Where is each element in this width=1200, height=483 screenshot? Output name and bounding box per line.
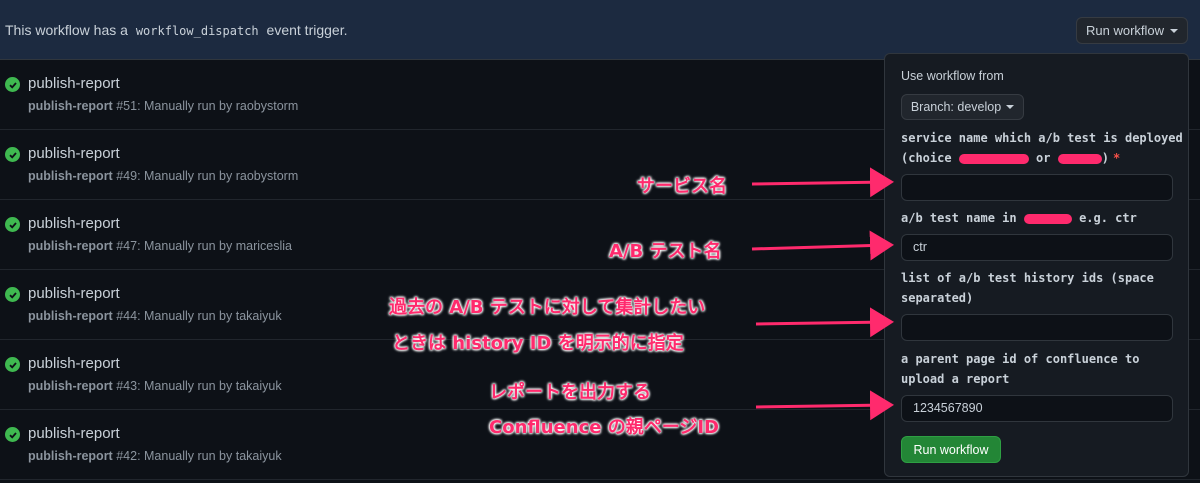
- check-circle-icon: [5, 427, 20, 442]
- run-subtitle: publish-report #47: Manually run by mari…: [28, 239, 292, 253]
- service-name-input[interactable]: [901, 174, 1173, 201]
- annotation-confluence-line1: レポートを出力する: [489, 382, 651, 403]
- redacted-mark: [958, 153, 1029, 164]
- run-workflow-submit-button[interactable]: Run workflow: [901, 436, 1001, 463]
- redacted-mark: [1023, 213, 1072, 224]
- run-workflow-panel: Use workflow from Branch: develop servic…: [884, 53, 1189, 477]
- run-title[interactable]: publish-report: [28, 285, 120, 302]
- check-circle-icon: [5, 357, 20, 372]
- chevron-down-icon: [1006, 105, 1015, 109]
- required-indicator: *: [1112, 151, 1121, 165]
- annotation-ab-test-name: A/B テスト名: [609, 241, 722, 262]
- branch-select-button[interactable]: Branch: develop: [901, 94, 1024, 120]
- confluence-page-id-label: a parent page id of confluence to upload…: [901, 352, 1140, 386]
- confluence-page-id-input[interactable]: 1234567890: [901, 395, 1173, 422]
- banner-text: This workflow has a workflow_dispatch ev…: [5, 22, 348, 38]
- run-title[interactable]: publish-report: [28, 75, 120, 92]
- annotation-history-ids-line1: 過去の A/B テストに対して集計したい: [389, 297, 706, 318]
- ab-test-name-input[interactable]: ctr: [901, 234, 1173, 261]
- run-workflow-dropdown-button[interactable]: Run workflow: [1076, 17, 1188, 44]
- annotation-history-ids-line2: ときは history ID を明示的に指定: [392, 333, 684, 354]
- redacted-mark: [1057, 153, 1102, 164]
- service-name-label: service name which a/b test is deployed …: [901, 131, 1183, 165]
- check-circle-icon: [5, 217, 20, 232]
- run-subtitle: publish-report #42: Manually run by taka…: [28, 449, 282, 463]
- check-circle-icon: [5, 77, 20, 92]
- run-subtitle: publish-report #43: Manually run by taka…: [28, 379, 282, 393]
- run-subtitle: publish-report #51: Manually run by raob…: [28, 99, 299, 113]
- use-workflow-from-label: Use workflow from: [901, 69, 1004, 83]
- run-subtitle: publish-report #44: Manually run by taka…: [28, 309, 282, 323]
- annotation-service-name: サービス名: [637, 176, 727, 197]
- chevron-down-icon: [1170, 28, 1179, 33]
- history-ids-input[interactable]: [901, 314, 1173, 341]
- run-title[interactable]: publish-report: [28, 215, 120, 232]
- ab-test-name-label: a/b test name in e.g. ctr: [901, 211, 1137, 225]
- event-code: workflow_dispatch: [135, 24, 259, 38]
- run-title[interactable]: publish-report: [28, 355, 120, 372]
- history-ids-label: list of a/b test history ids (space sepa…: [901, 271, 1154, 305]
- annotation-confluence-line2: Confluence の親ページID: [489, 417, 719, 438]
- check-circle-icon: [5, 147, 20, 162]
- run-title[interactable]: publish-report: [28, 425, 120, 442]
- check-circle-icon: [5, 287, 20, 302]
- run-title[interactable]: publish-report: [28, 145, 120, 162]
- run-subtitle: publish-report #49: Manually run by raob…: [28, 169, 299, 183]
- workflow-dispatch-banner: This workflow has a workflow_dispatch ev…: [0, 0, 1200, 60]
